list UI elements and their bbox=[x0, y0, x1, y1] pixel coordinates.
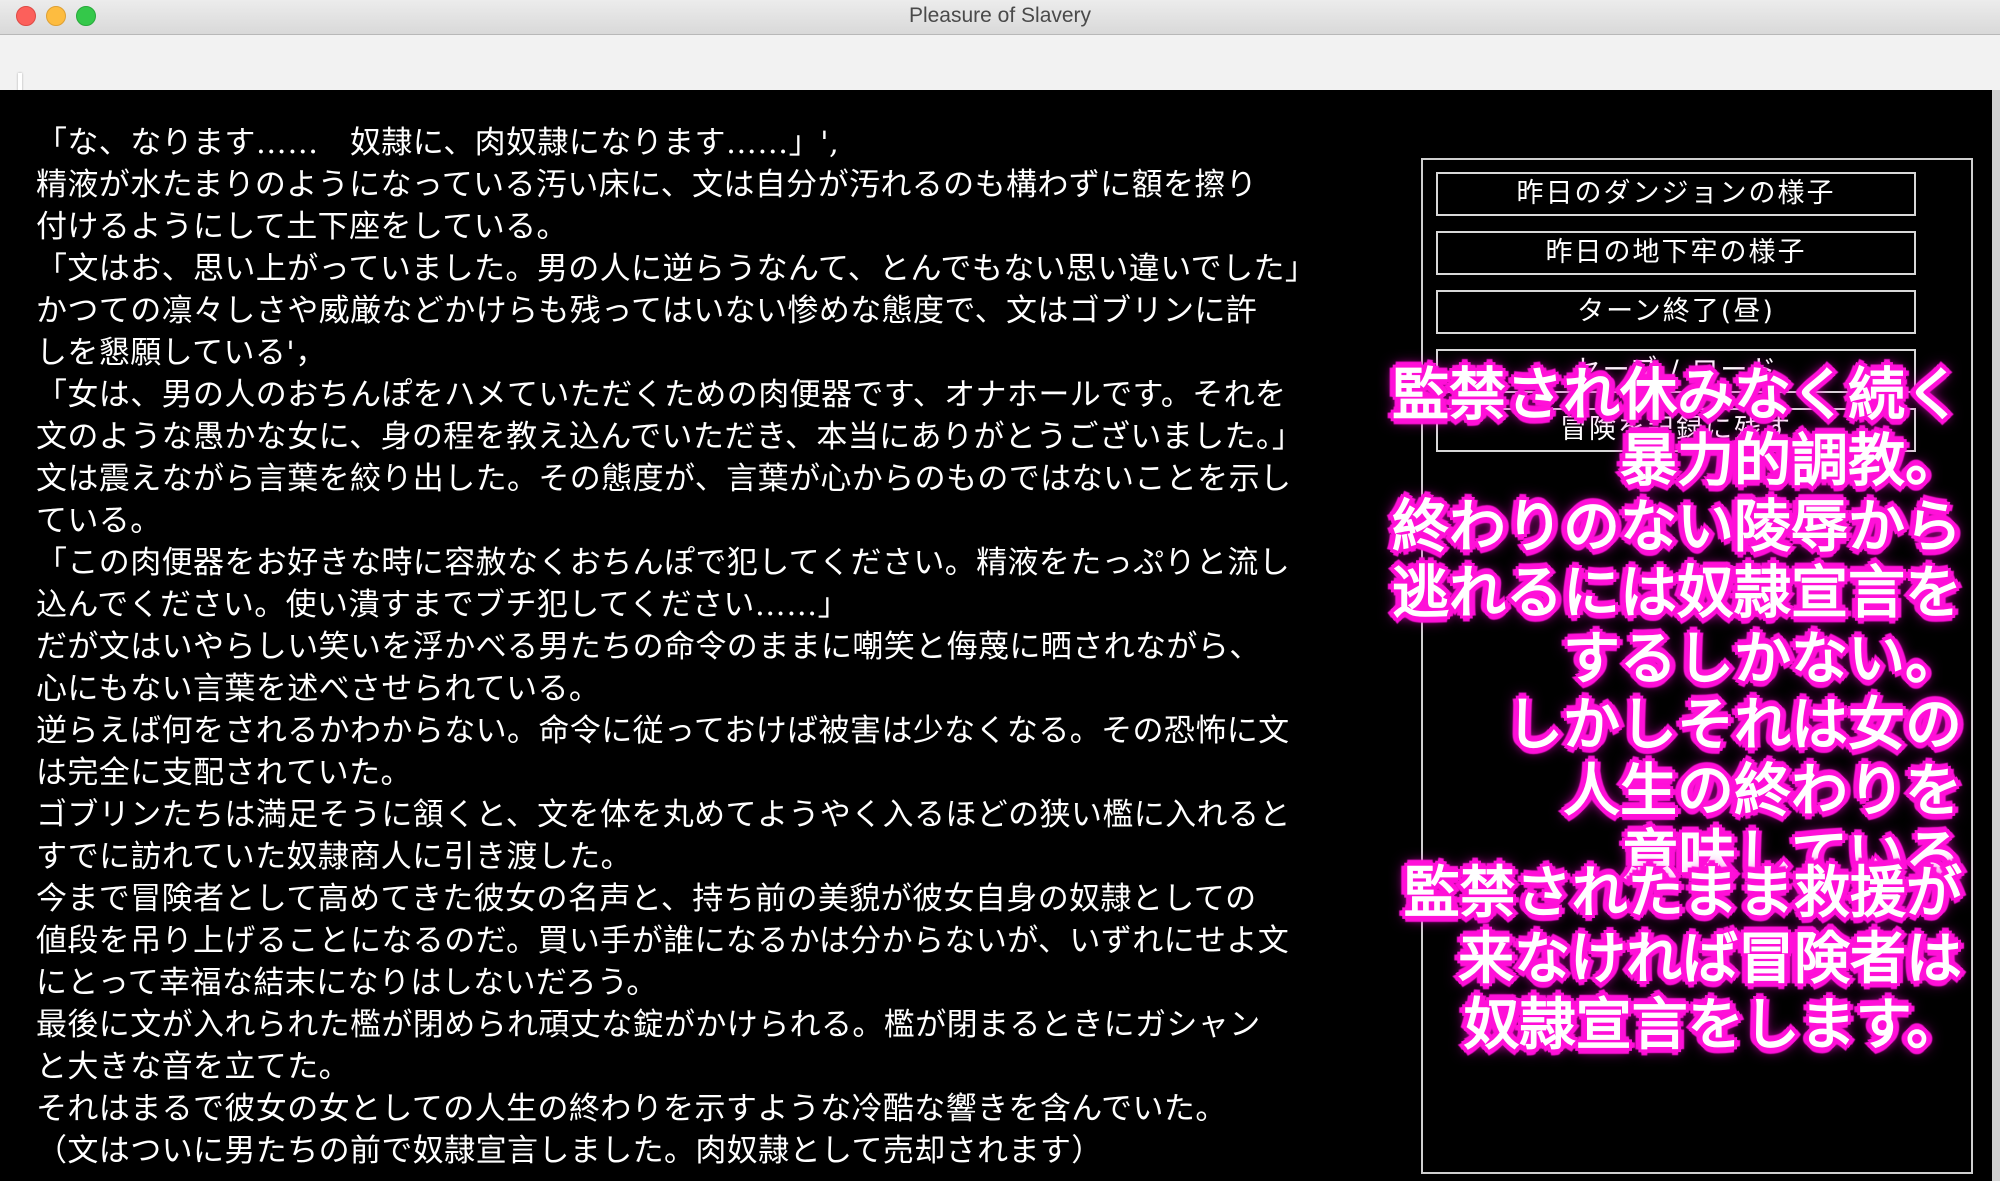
story-line: だが文はいやらしい笑いを浮かべる男たちの命令のままに嘲笑と侮蔑に晒されながら、 bbox=[36, 629, 1261, 665]
yesterday-cell-button[interactable]: 昨日の地下牢の様子 bbox=[1436, 231, 1916, 275]
window-edge bbox=[1992, 90, 2000, 1181]
story-line: それはまるで彼女の女としての人生の終わりを示すような冷酷な響きを含んでいた。 bbox=[36, 1091, 1227, 1127]
yesterday-dungeon-button[interactable]: 昨日のダンジョンの様子 bbox=[1436, 172, 1916, 216]
story-line: と大きな音を立てた。 bbox=[36, 1049, 350, 1085]
story-line: 「な、なります…… 奴隷に、肉奴隷になります……」', bbox=[36, 125, 840, 161]
story-text: 「な、なります…… 奴隷に、肉奴隷になります……」', 精液が水たまりのようにな… bbox=[36, 122, 1436, 1172]
story-line: は完全に支配されていた。 bbox=[36, 755, 412, 791]
story-line: 文は震えながら言葉を絞り出した。その態度が、言葉が心からのものではないことを示し bbox=[36, 461, 1292, 497]
story-line: ゴブリンたちは満足そうに頷くと、文を体を丸めてようやく入るほどの狭い檻に入れると bbox=[36, 797, 1291, 833]
story-line: すでに訪れていた奴隷商人に引き渡した。 bbox=[36, 839, 632, 875]
story-line: 付けるようにして土下座をしている。 bbox=[36, 209, 568, 245]
story-line: 値段を吊り上げることになるのだ。買い手が誰になるかは分からないが、いずれにせよ文 bbox=[36, 923, 1290, 959]
input-bar bbox=[0, 35, 2000, 111]
story-line: しを懇願している'， bbox=[36, 335, 327, 371]
story-line: かつての凛々しさや威厳などかけらも残ってはいない惨めな態度で、文はゴブリンに許 bbox=[36, 293, 1258, 329]
story-line: にとって幸福な結末になりはしないだろう。 bbox=[36, 965, 658, 1001]
promo-line: しかしそれは女の bbox=[1506, 691, 1962, 758]
promo-line: 来なければ冒険者は bbox=[1458, 926, 1962, 992]
promo-line: 奴隷宣言をします。 bbox=[1463, 992, 1962, 1058]
story-line: （文はついに男たちの前で奴隷宣言しました。肉奴隷として売却されます） bbox=[36, 1133, 1103, 1169]
promo-line: 終わりのない陵辱から bbox=[1392, 493, 1962, 560]
story-line: 逆らえば何をされるかわからない。命令に従っておけば被害は少なくなる。その恐怖に文 bbox=[36, 713, 1290, 749]
story-line: 込んでください。使い潰すまでブチ犯してください……」 bbox=[36, 587, 849, 623]
story-line: 心にもない言葉を述べさせられている。 bbox=[36, 671, 601, 707]
end-turn-button[interactable]: ターン終了(昼) bbox=[1436, 290, 1916, 334]
window-title: Pleasure of Slavery bbox=[908, 4, 1092, 27]
promo-line: 監禁されたまま救援が bbox=[1403, 860, 1962, 926]
promo-caption-secondary: 監禁されたまま救援が 来なければ冒険者は 奴隷宣言をします。 bbox=[1404, 860, 1962, 1058]
story-line: 「女は、男の人のおちんぽをハメていただくための肉便器です、オナホールです。それを bbox=[36, 377, 1287, 413]
story-line: 精液が水たまりのようになっている汚い床に、文は自分が汚れるのも構わずに額を擦り bbox=[36, 167, 1258, 203]
title-bar: Pleasure of Slavery bbox=[0, 0, 2000, 35]
promo-line: 人生の終わりを bbox=[1563, 757, 1962, 824]
promo-caption: 監禁され休みなく続く 暴力的調教。 終わりのない陵辱から 逃れるには奴隷宣言を … bbox=[1392, 362, 1962, 890]
promo-line: 暴力的調教。 bbox=[1620, 427, 1962, 494]
story-line: ている。 bbox=[36, 503, 162, 539]
story-line: 文のような愚かな女に、身の程を教え込んでいただき、本当にありがとうございました。… bbox=[36, 419, 1304, 455]
story-line: 「文はお、思い上がっていました。男の人に逆らうなんて、とんでもない思い違いでした… bbox=[36, 251, 1317, 287]
story-line: 今まで冒険者として高めてきた彼女の名声と、持ち前の美貌が彼女自身の奴隷としての bbox=[36, 881, 1257, 917]
promo-line: 監禁され休みなく続く bbox=[1392, 361, 1962, 428]
promo-line: 逃れるには奴隷宣言を bbox=[1392, 559, 1962, 626]
story-line: 最後に文が入れられた檻が閉められ頑丈な錠がかけられる。檻が閉まるときにガシャン bbox=[36, 1007, 1261, 1043]
promo-line: するしかない。 bbox=[1563, 625, 1962, 692]
story-line: 「この肉便器をお好きな時に容赦なくおちんぽで犯してください。精液をたっぷりと流し bbox=[36, 545, 1291, 581]
